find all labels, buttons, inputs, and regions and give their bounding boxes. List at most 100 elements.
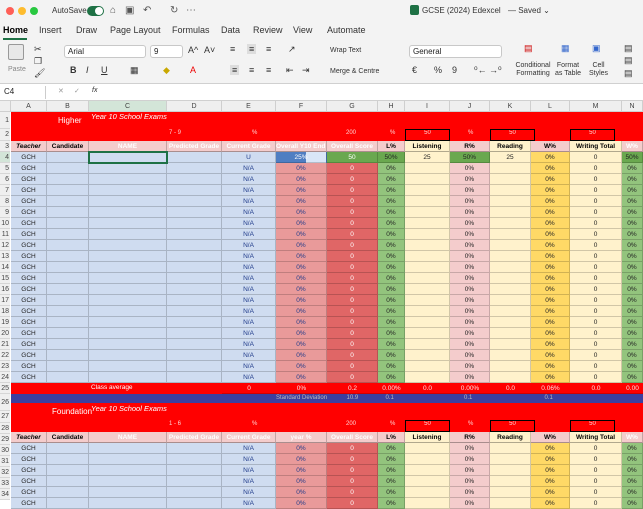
cell-a29[interactable]: GCH (11, 443, 47, 454)
cell-i31[interactable] (405, 465, 450, 476)
paste-label[interactable]: Paste (8, 66, 26, 73)
cell-m15[interactable]: 0 (570, 273, 622, 284)
cell-a15[interactable]: GCH (11, 273, 47, 284)
cell-c24[interactable] (89, 372, 167, 383)
cell-i7[interactable] (405, 185, 450, 196)
cell-m23[interactable]: 0 (570, 361, 622, 372)
cell-k11[interactable] (490, 229, 531, 240)
increase-indent-icon[interactable]: ⇥ (302, 65, 310, 76)
cell-h20[interactable]: 0% (378, 328, 405, 339)
cell-e7[interactable]: N/A (222, 185, 276, 196)
column-header-f[interactable]: F (276, 101, 327, 112)
increase-decimal-icon[interactable]: ⁰← (474, 65, 487, 76)
cell-l17[interactable]: 0% (531, 295, 570, 306)
redo-icon[interactable]: ↻ (170, 5, 178, 16)
cell-k6[interactable] (490, 174, 531, 185)
format-as-table-icon[interactable]: ▦ (561, 43, 570, 54)
cell-n30[interactable]: 0% (622, 454, 643, 465)
cell-b29[interactable] (47, 443, 89, 454)
cell-b14[interactable] (47, 262, 89, 273)
cell-e6[interactable]: N/A (222, 174, 276, 185)
fill-color-icon[interactable]: ◆ (163, 65, 170, 76)
cell-k15[interactable] (490, 273, 531, 284)
cell-g31[interactable]: 0 (327, 465, 378, 476)
cell-l29[interactable]: 0% (531, 443, 570, 454)
row-header-31[interactable]: 31 (0, 456, 10, 467)
row-header-10[interactable]: 10 (0, 218, 10, 229)
cell-b10[interactable] (47, 218, 89, 229)
cell-j9[interactable]: 0% (450, 207, 490, 218)
cell-k16[interactable] (490, 284, 531, 295)
cell-f22[interactable]: 0% (276, 350, 327, 361)
cell-d14[interactable] (167, 262, 222, 273)
cell-m20[interactable]: 0 (570, 328, 622, 339)
cell-j29[interactable]: 0% (450, 443, 490, 454)
cell-a30[interactable]: GCH (11, 454, 47, 465)
cell-n24[interactable]: 0% (622, 372, 643, 383)
cell-d16[interactable] (167, 284, 222, 295)
cell-i8[interactable] (405, 196, 450, 207)
borders-icon[interactable]: ▦ (130, 65, 139, 76)
row-header-16[interactable]: 16 (0, 284, 10, 295)
cell-l16[interactable]: 0% (531, 284, 570, 295)
cell-i21[interactable] (405, 339, 450, 350)
row-header-20[interactable]: 20 (0, 328, 10, 339)
cell-d30[interactable] (167, 454, 222, 465)
cell-e4[interactable]: U (222, 152, 276, 163)
cell-a13[interactable]: GCH (11, 251, 47, 262)
cell-d5[interactable] (167, 163, 222, 174)
cell-h21[interactable]: 0% (378, 339, 405, 350)
cell-i34[interactable] (405, 498, 450, 509)
cell-n9[interactable]: 0% (622, 207, 643, 218)
cell-k24[interactable] (490, 372, 531, 383)
cell-a4[interactable]: GCH (11, 152, 47, 163)
cell-c20[interactable] (89, 328, 167, 339)
cell-n34[interactable]: 0% (622, 498, 643, 509)
cell-d6[interactable] (167, 174, 222, 185)
cell-a9[interactable]: GCH (11, 207, 47, 218)
cell-k23[interactable] (490, 361, 531, 372)
cell-b4[interactable] (47, 152, 89, 163)
cell-d29[interactable] (167, 443, 222, 454)
cell-b11[interactable] (47, 229, 89, 240)
row-header-28[interactable]: 28 (0, 423, 10, 434)
cell-m21[interactable]: 0 (570, 339, 622, 350)
cell-d23[interactable] (167, 361, 222, 372)
cell-j22[interactable]: 0% (450, 350, 490, 361)
cell-a11[interactable]: GCH (11, 229, 47, 240)
cell-i22[interactable] (405, 350, 450, 361)
cell-d15[interactable] (167, 273, 222, 284)
cell-c19[interactable] (89, 317, 167, 328)
cell-j33[interactable]: 0% (450, 487, 490, 498)
cell-j6[interactable]: 0% (450, 174, 490, 185)
cell-n7[interactable]: 0% (622, 185, 643, 196)
cell-g34[interactable]: 0 (327, 498, 378, 509)
column-header-k[interactable]: K (490, 101, 531, 112)
select-all-corner[interactable] (0, 101, 11, 112)
cell-a22[interactable]: GCH (11, 350, 47, 361)
cell-f18[interactable]: 0% (276, 306, 327, 317)
cell-i17[interactable] (405, 295, 450, 306)
cancel-formula-icon[interactable]: ✕ (58, 87, 64, 95)
cell-e14[interactable]: N/A (222, 262, 276, 273)
cell-f23[interactable]: 0% (276, 361, 327, 372)
cell-g9[interactable]: 0 (327, 207, 378, 218)
cell-j31[interactable]: 0% (450, 465, 490, 476)
cell-n11[interactable]: 0% (622, 229, 643, 240)
currency-format-button[interactable]: € (412, 65, 417, 75)
cell-g21[interactable]: 0 (327, 339, 378, 350)
cell-a19[interactable]: GCH (11, 317, 47, 328)
align-center-icon[interactable]: ≡ (249, 65, 254, 75)
cell-m14[interactable]: 0 (570, 262, 622, 273)
cell-l13[interactable]: 0% (531, 251, 570, 262)
row-header-1[interactable]: 1 (0, 112, 10, 129)
cell-e19[interactable]: N/A (222, 317, 276, 328)
cell-m34[interactable]: 0 (570, 498, 622, 509)
cell-g8[interactable]: 0 (327, 196, 378, 207)
cell-styles-button[interactable]: Cell Styles (586, 62, 611, 78)
cell-h31[interactable]: 0% (378, 465, 405, 476)
cell-b22[interactable] (47, 350, 89, 361)
cell-b17[interactable] (47, 295, 89, 306)
column-header-j[interactable]: J (450, 101, 490, 112)
cell-g17[interactable]: 0 (327, 295, 378, 306)
